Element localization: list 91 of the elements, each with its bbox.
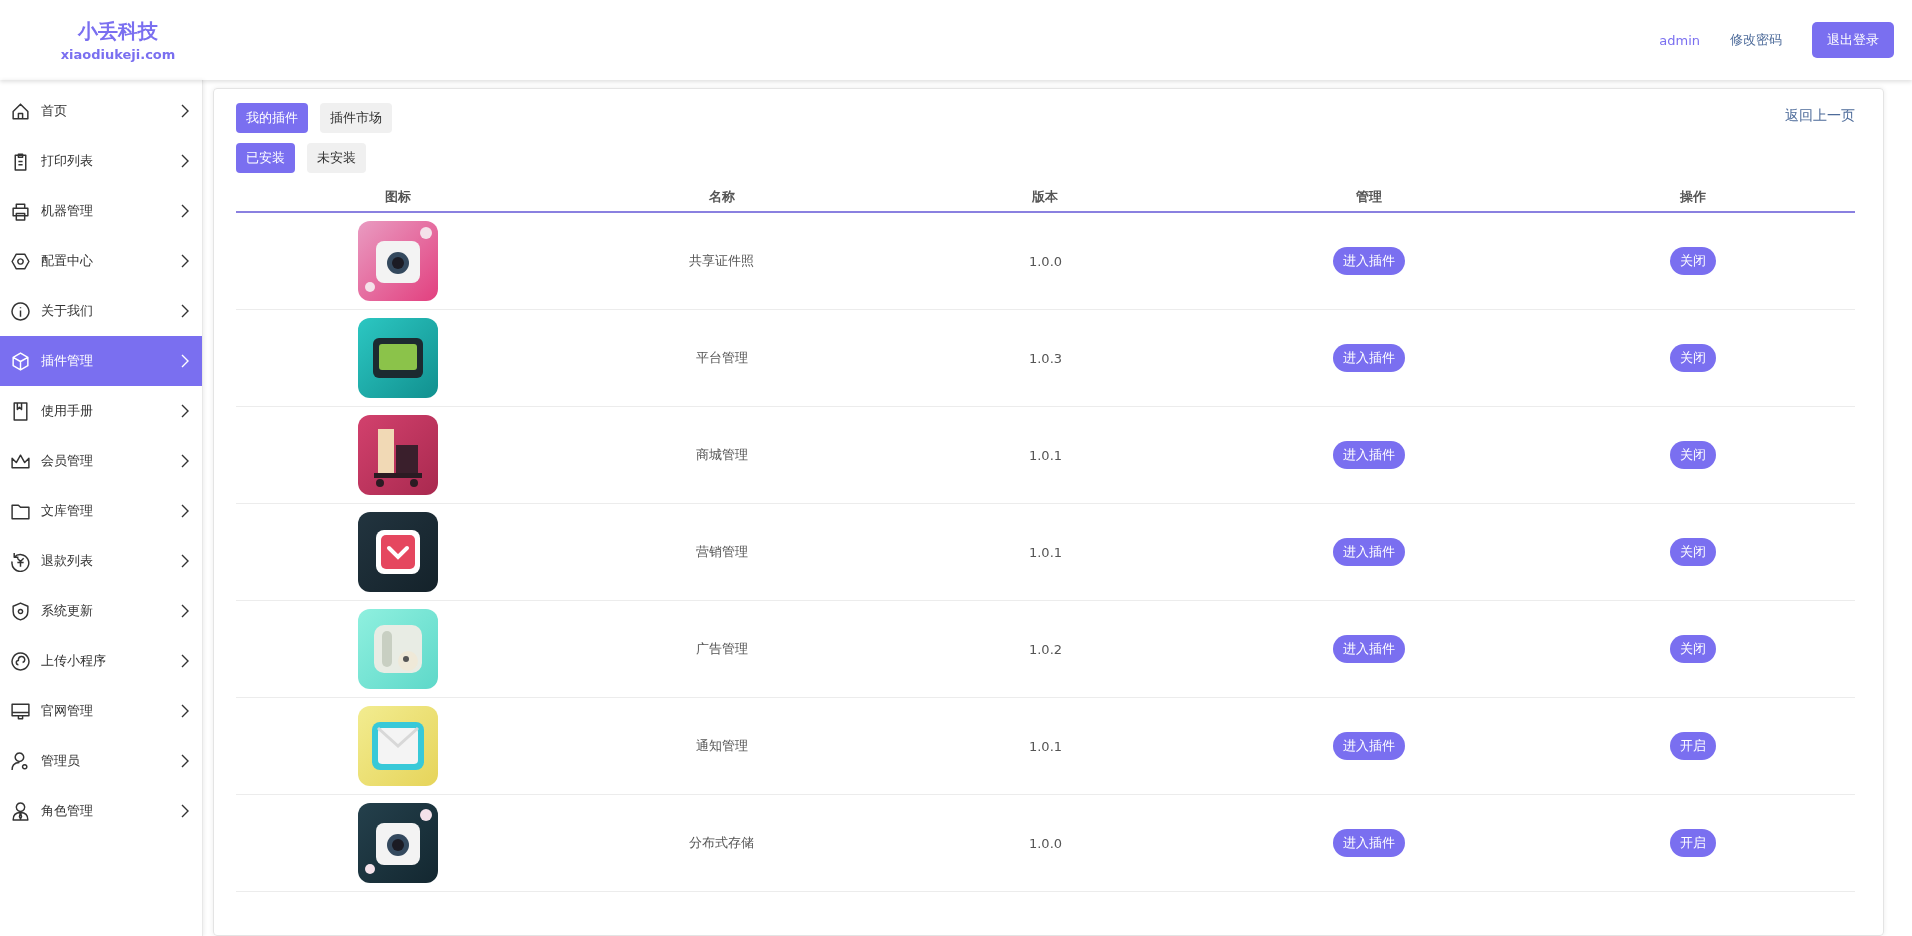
column-header: 管理 [1355,188,1384,206]
plugin-name: 分布式存储 [689,834,755,852]
sidebar-item[interactable]: 管理员 [0,736,202,786]
enter-plugin-button[interactable]: 进入插件 [1333,829,1406,857]
toggle-button[interactable]: 关闭 [1670,441,1717,469]
toggle-button[interactable]: 开启 [1670,829,1717,857]
chevron-icon [180,203,190,219]
checkmark-app-icon [357,512,438,592]
chevron-icon [180,103,190,119]
plugin-version: 1.0.1 [1028,544,1063,560]
sidebar-item[interactable]: 退款列表 [0,536,202,586]
sidebar-item[interactable]: 关于我们 [0,286,202,336]
enter-plugin-button[interactable]: 进入插件 [1333,344,1406,372]
plugin-version: 1.0.1 [1028,738,1063,754]
toggle-button[interactable]: 关闭 [1670,247,1717,275]
tab[interactable]: 插件市场 [320,103,392,133]
chevron-icon [180,453,190,469]
tab[interactable]: 我的插件 [236,103,308,133]
logo-subtitle: xiaodiukeji.com [60,47,176,62]
column-header: 图标 [383,188,412,206]
chevron-icon [180,653,190,669]
change-password-link[interactable]: 修改密码 [1730,31,1782,49]
chevron-icon [180,553,190,569]
logo-title: 小丢科技 [78,18,158,45]
toggle-button[interactable]: 关闭 [1670,344,1717,372]
cart-app-icon [357,415,438,495]
card-app-icon [357,609,438,689]
back-link[interactable]: 返回上一页 [1785,107,1855,125]
sidebar-item[interactable]: 系统更新 [0,586,202,636]
home-icon [10,100,31,122]
enter-plugin-button[interactable]: 进入插件 [1333,635,1406,663]
enter-plugin-button[interactable]: 进入插件 [1333,247,1406,275]
plugin-version: 1.0.0 [1028,835,1063,851]
sidebar-item[interactable]: 上传小程序 [0,636,202,686]
chevron-icon [180,803,190,819]
chevron-icon [180,603,190,619]
plugin-name: 商城管理 [695,446,748,464]
enter-plugin-button[interactable]: 进入插件 [1333,732,1406,760]
monitor-icon [10,700,31,722]
link-icon [10,650,31,672]
plugin-name: 通知管理 [695,737,748,755]
plugin-name: 广告管理 [695,640,748,658]
column-header: 操作 [1679,188,1708,206]
chevron-icon [180,403,190,419]
sidebar-item[interactable]: 插件管理 [0,336,202,386]
plugin-name: 平台管理 [695,349,748,367]
chevron-icon [180,153,190,169]
chevron-icon [180,703,190,719]
sidebar-item[interactable]: 首页 [0,86,202,136]
camera-app-icon [357,221,438,301]
plugin-name: 共享证件照 [689,252,755,270]
enter-plugin-button[interactable]: 进入插件 [1333,538,1406,566]
plugin-version: 1.0.0 [1028,253,1063,269]
refund-icon [10,550,31,572]
plugin-version: 1.0.3 [1028,350,1063,366]
chevron-icon [180,753,190,769]
sidebar-item[interactable]: 角色管理 [0,786,202,836]
book-icon [10,400,31,422]
sidebar-item[interactable]: 会员管理 [0,436,202,486]
plugin-name: 营销管理 [695,543,748,561]
sidebar-item[interactable]: 文库管理 [0,486,202,536]
chevron-icon [180,353,190,369]
chevron-icon [180,303,190,319]
sidebar-item[interactable]: 机器管理 [0,186,202,236]
sidebar-item[interactable]: 使用手册 [0,386,202,436]
plugin-version: 1.0.2 [1028,641,1063,657]
sidebar-item[interactable]: 配置中心 [0,236,202,286]
column-header: 版本 [1031,188,1060,206]
filter-tab[interactable]: 已安装 [236,143,295,173]
filter-tab[interactable]: 未安装 [307,143,366,173]
chevron-icon [180,253,190,269]
plugin-version: 1.0.1 [1028,447,1063,463]
enter-plugin-button[interactable]: 进入插件 [1333,441,1406,469]
toggle-button[interactable]: 开启 [1670,732,1717,760]
hexagon-icon [10,250,31,272]
chevron-icon [180,503,190,519]
user-link[interactable]: admin [1659,32,1700,48]
camera-app-icon [357,803,438,883]
sidebar-item[interactable]: 打印列表 [0,136,202,186]
monitor-app-icon [357,318,438,398]
info-icon [10,300,31,322]
user-icon [10,800,31,822]
cube-icon [10,350,31,372]
printer-icon [10,200,31,222]
sidebar-item[interactable]: 官网管理 [0,686,202,736]
column-header: 名称 [707,188,736,206]
toggle-button[interactable]: 关闭 [1670,635,1717,663]
shield-icon [10,600,31,622]
envelope-app-icon [357,706,438,786]
logout-button[interactable]: 退出登录 [1812,22,1894,58]
toggle-button[interactable]: 关闭 [1670,538,1717,566]
